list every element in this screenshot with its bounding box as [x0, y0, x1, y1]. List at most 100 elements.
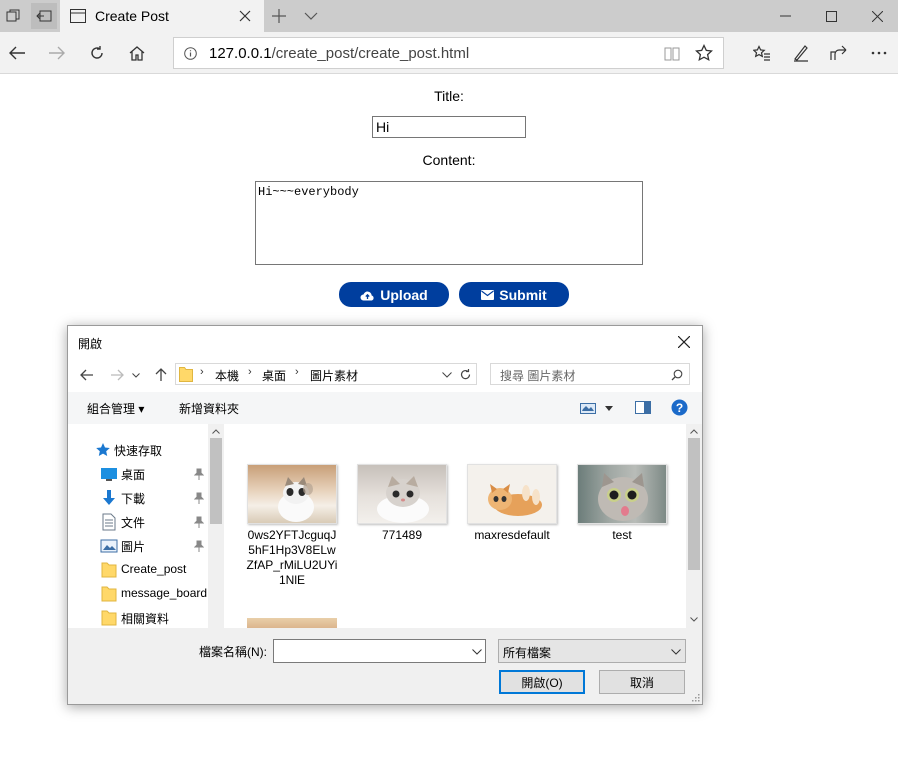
- file-list: 0ws2YFTJcguqJ 5hF1Hp3V8ELw ZfAP_rMiLU2UY…: [225, 424, 686, 628]
- title-input[interactable]: [372, 116, 526, 138]
- folder-icon: [101, 586, 117, 602]
- share-icon[interactable]: [822, 38, 856, 68]
- address-bar[interactable]: 127.0.0.1/create_post/create_post.html: [173, 37, 724, 69]
- forward-arrow-icon[interactable]: [40, 38, 74, 68]
- new-folder-button[interactable]: 新增資料夾: [179, 400, 239, 417]
- nav-item-related-data[interactable]: 相關資料: [68, 606, 208, 630]
- nav-pane-scroll-thumb[interactable]: [210, 438, 222, 524]
- nav-item-label: 相關資料: [121, 612, 170, 626]
- view-dropdown-chevron-icon[interactable]: [605, 406, 613, 411]
- nav-item-label: message_board: [121, 586, 208, 600]
- breadcrumb-item[interactable]: 圖片素材: [310, 367, 358, 384]
- scroll-up-icon[interactable]: [212, 429, 220, 434]
- folder-icon: [101, 562, 117, 578]
- navigation-pane: 快速存取 桌面 下載 文件 圖片 Create_post message_boa…: [68, 424, 224, 628]
- submit-button[interactable]: Submit: [459, 282, 569, 307]
- pin-icon: [194, 492, 204, 504]
- recent-locations-chevron-icon[interactable]: [130, 364, 142, 386]
- search-icon: [671, 369, 683, 381]
- pin-icon: [194, 540, 204, 552]
- nav-item-documents[interactable]: 文件: [68, 510, 208, 534]
- scroll-up-icon[interactable]: [690, 429, 698, 434]
- filetype-dropdown-chevron-icon[interactable]: [671, 649, 681, 655]
- url-host: 127.0.0.1: [209, 45, 272, 62]
- address-toolbar: 127.0.0.1/create_post/create_post.html: [0, 32, 898, 74]
- nav-item-message-board[interactable]: message_board: [68, 582, 208, 606]
- star-icon: [96, 443, 110, 456]
- maximize-icon[interactable]: [808, 0, 854, 32]
- nav-item-desktop[interactable]: 桌面: [68, 462, 208, 486]
- title-label: Title:: [434, 88, 464, 104]
- file-name: maxresdefault: [474, 528, 550, 542]
- breadcrumb-item[interactable]: 本機: [215, 367, 239, 384]
- dialog-close-icon[interactable]: [670, 329, 698, 355]
- file-list-scroll-thumb[interactable]: [688, 438, 700, 570]
- web-note-pen-icon[interactable]: [784, 38, 818, 68]
- url-path: /create_post/create_post.html: [271, 45, 470, 62]
- refresh-icon[interactable]: [80, 38, 114, 68]
- dialog-search-input[interactable]: 搜尋 圖片素材: [490, 363, 690, 385]
- organize-label: 組合管理: [87, 402, 136, 416]
- new-tab-icon[interactable]: [266, 3, 292, 29]
- svg-text:?: ?: [676, 401, 683, 415]
- pin-icon: [194, 468, 204, 480]
- nav-item-pictures[interactable]: 圖片: [68, 534, 208, 558]
- search-placeholder: 搜尋 圖片素材: [500, 369, 576, 383]
- organize-button[interactable]: 組合管理 ▾: [87, 400, 144, 417]
- tab-list-chevron-icon[interactable]: [298, 3, 324, 29]
- tab-create-post[interactable]: Create Post: [60, 0, 264, 32]
- nav-item-label: Create_post: [121, 562, 187, 576]
- nav-pane-scrollbar[interactable]: [208, 424, 224, 628]
- folder-icon: [101, 610, 117, 626]
- home-icon[interactable]: [120, 38, 154, 68]
- open-button[interactable]: 開啟(O): [499, 670, 585, 694]
- dialog-footer: 檔案名稱(N): 所有檔案 開啟(O) 取消: [68, 628, 702, 704]
- dialog-forward-arrow-icon[interactable]: [106, 364, 128, 386]
- info-icon[interactable]: [184, 47, 197, 60]
- close-tab-icon[interactable]: [239, 10, 251, 22]
- filename-dropdown-chevron-icon[interactable]: [472, 649, 482, 655]
- cancel-button[interactable]: 取消: [599, 670, 685, 694]
- reading-view-icon[interactable]: [664, 46, 680, 61]
- filetype-value: 所有檔案: [503, 646, 552, 660]
- filename-input[interactable]: [273, 639, 486, 663]
- dialog-title: 開啟: [78, 337, 103, 351]
- tab-title: Create Post: [95, 8, 169, 24]
- url-text: 127.0.0.1/create_post/create_post.html: [209, 45, 469, 62]
- cloud-upload-icon: [360, 291, 374, 300]
- favorite-star-icon[interactable]: [695, 44, 713, 62]
- favorites-hub-icon[interactable]: [745, 38, 779, 68]
- nav-item-create-post[interactable]: Create_post: [68, 558, 208, 582]
- breadcrumb-item[interactable]: 桌面: [262, 367, 286, 384]
- file-item[interactable]: maxresdefault: [447, 424, 565, 604]
- dialog-refresh-icon[interactable]: [459, 368, 472, 381]
- minimize-icon[interactable]: [762, 0, 808, 32]
- file-item[interactable]: test: [557, 424, 675, 604]
- back-arrow-icon[interactable]: [0, 38, 34, 68]
- view-options-icon[interactable]: [580, 403, 596, 414]
- content-textarea[interactable]: Hi~~~everybody: [255, 181, 643, 265]
- help-icon[interactable]: ?: [671, 399, 688, 416]
- file-item[interactable]: 771489: [337, 424, 455, 604]
- filetype-select[interactable]: 所有檔案: [498, 639, 686, 663]
- nav-item-quick-access[interactable]: 快速存取: [68, 438, 208, 462]
- nav-item-downloads[interactable]: 下載: [68, 486, 208, 510]
- resize-grip-icon[interactable]: [690, 692, 700, 702]
- folder-icon: [179, 367, 193, 382]
- file-thumbnail-partial[interactable]: [247, 618, 337, 628]
- window-close-icon[interactable]: [854, 0, 898, 32]
- address-dropdown-chevron-icon[interactable]: [442, 372, 452, 378]
- set-tabs-aside-icon[interactable]: [31, 3, 57, 29]
- tab-groups-icon[interactable]: [0, 3, 26, 29]
- page-icon: [70, 9, 86, 23]
- preview-pane-icon[interactable]: [635, 401, 651, 414]
- file-list-scrollbar[interactable]: [686, 424, 702, 628]
- file-name: 0ws2YFTJcguqJ 5hF1Hp3V8ELw ZfAP_rMiLU2UY…: [246, 528, 338, 587]
- more-menu-icon[interactable]: [862, 38, 896, 68]
- upload-button[interactable]: Upload: [339, 282, 449, 307]
- file-item[interactable]: 0ws2YFTJcguqJ 5hF1Hp3V8ELw ZfAP_rMiLU2UY…: [227, 424, 345, 604]
- up-arrow-icon[interactable]: [150, 364, 172, 386]
- dialog-back-arrow-icon[interactable]: [76, 364, 98, 386]
- scroll-down-icon[interactable]: [690, 617, 698, 622]
- breadcrumb[interactable]: › 本機 › 桌面 › 圖片素材: [175, 363, 477, 385]
